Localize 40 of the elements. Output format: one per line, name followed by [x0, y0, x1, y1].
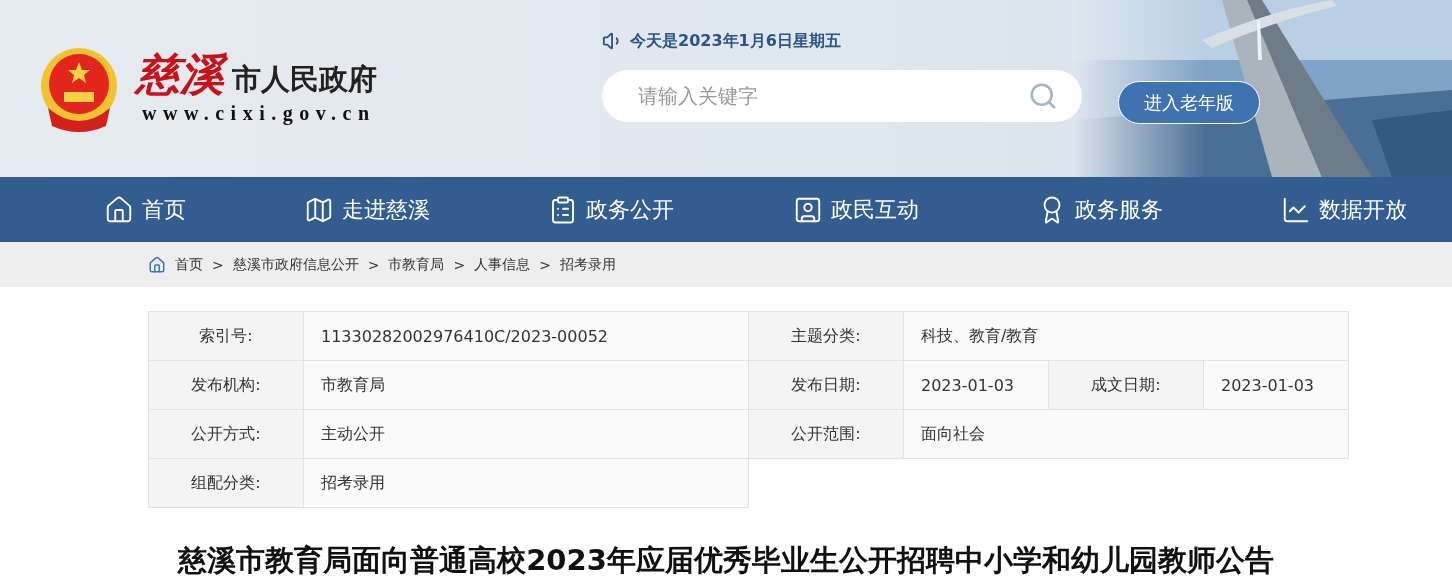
- breadcrumb-separator: >: [367, 256, 380, 273]
- field-value: 面向社会: [903, 409, 1349, 459]
- elder-mode-button[interactable]: 进入老年版: [1118, 81, 1260, 124]
- logo-url: www.cixi.gov.cn: [142, 102, 377, 125]
- field-label: 公开范围:: [748, 409, 904, 459]
- field-value: 市教育局: [303, 360, 749, 410]
- breadcrumb-link[interactable]: 人事信息: [474, 255, 531, 274]
- nav-item[interactable]: 首页: [104, 194, 186, 225]
- breadcrumb-link[interactable]: 市教育局: [388, 255, 445, 274]
- breadcrumb-separator: >: [453, 256, 466, 273]
- field-label: 发布日期:: [748, 360, 904, 410]
- nav-item[interactable]: 政务公开: [548, 194, 675, 225]
- breadcrumb-link[interactable]: 首页: [175, 255, 203, 274]
- breadcrumb-separator: >: [212, 256, 224, 273]
- field-value: 2023-01-03: [903, 360, 1049, 410]
- field-label: 发布机构:: [148, 360, 304, 410]
- field-value: 科技、教育/教育: [903, 311, 1349, 361]
- field-value: 11330282002976410C/2023-00052: [303, 311, 749, 361]
- logo-title: 市人民政府: [232, 64, 377, 96]
- field-value: 2023-01-03: [1203, 360, 1349, 410]
- nav-item[interactable]: 政民互动: [792, 194, 919, 225]
- search-field[interactable]: 请输入关键字: [602, 70, 1082, 122]
- nav-item[interactable]: 走进慈溪: [304, 194, 431, 225]
- nav-item[interactable]: 政务服务: [1036, 194, 1163, 225]
- nav-item[interactable]: 数据开放: [1280, 194, 1407, 225]
- field-label: 公开方式:: [148, 409, 304, 459]
- nav-icon: [104, 194, 134, 225]
- field-label: 索引号:: [148, 311, 304, 361]
- breadcrumb-link[interactable]: 慈溪市政府信息公开: [232, 255, 359, 274]
- breadcrumb-link[interactable]: 招考录用: [559, 255, 616, 274]
- field-label: 组配分类:: [148, 458, 304, 508]
- field-label: 成文日期:: [1048, 360, 1204, 410]
- article-title: 慈溪市教育局面向普通高校2023年应届优秀毕业生公开招聘中小学和幼儿园教师公告: [176, 542, 1275, 579]
- field-value: 招考录用: [303, 458, 749, 508]
- breadcrumb-separator: >: [539, 256, 551, 273]
- field-value: 主动公开: [303, 409, 749, 459]
- field-label: 主题分类:: [748, 311, 904, 361]
- search-icon[interactable]: [1028, 81, 1058, 111]
- home-icon[interactable]: [148, 255, 166, 274]
- date-text: 今天是2023年1月6日星期五: [630, 30, 841, 52]
